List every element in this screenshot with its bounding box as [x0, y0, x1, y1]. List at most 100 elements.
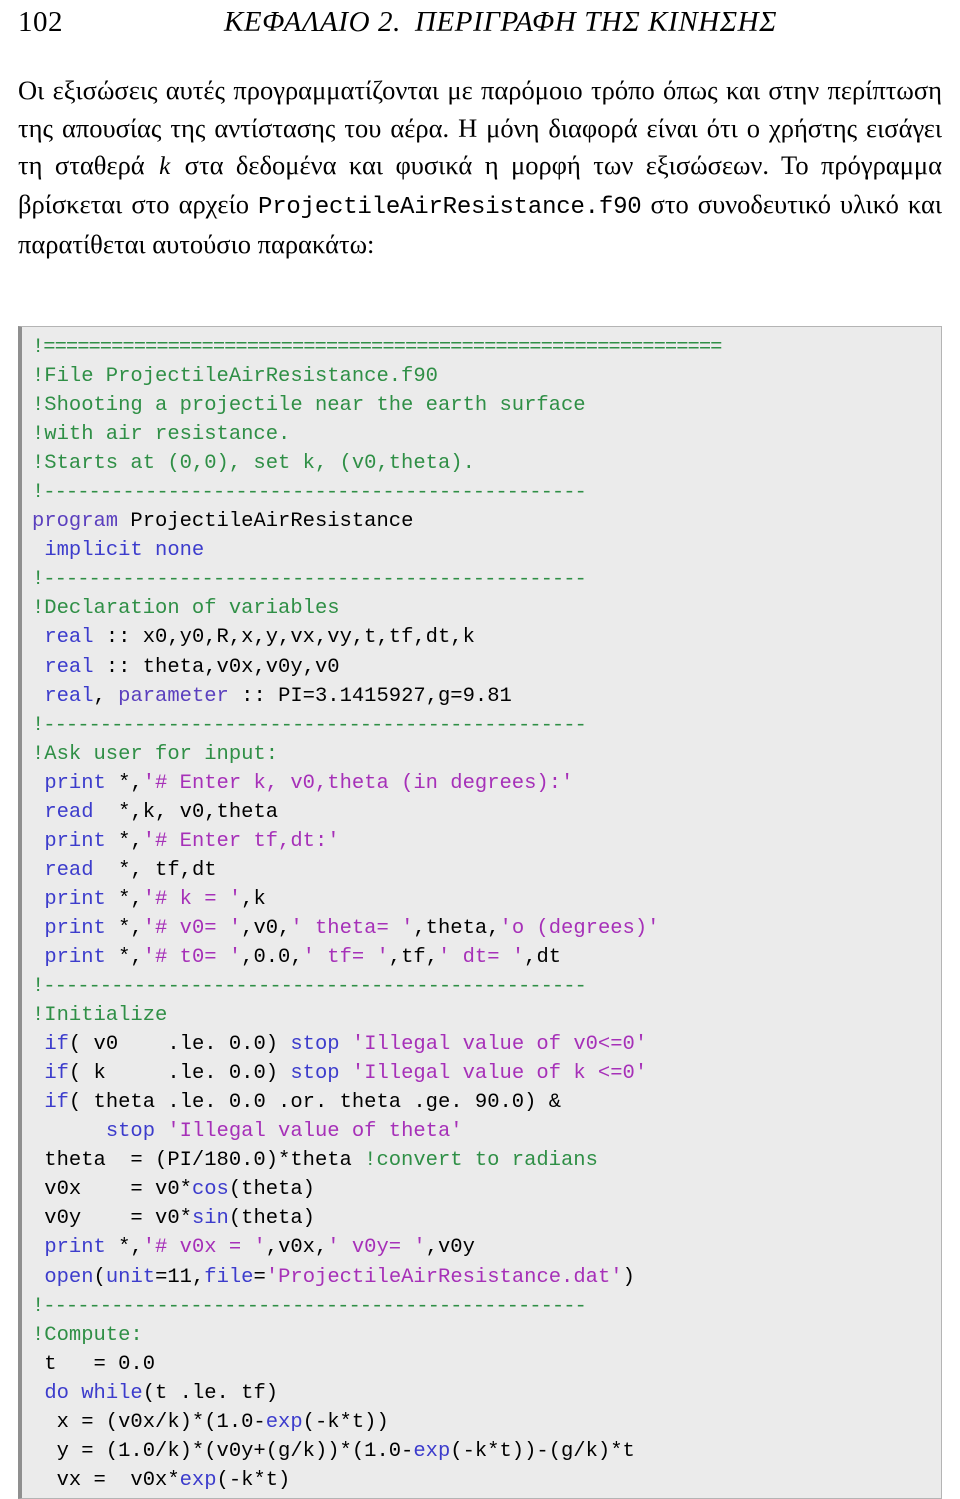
- code-token-plain: vx = v0x*: [32, 1468, 180, 1492]
- code-token-kw: print: [44, 771, 106, 795]
- code-line: real :: theta,v0x,v0y,v0: [32, 653, 941, 682]
- code-token-plain: ProjectileAirResistance: [118, 510, 414, 534]
- code-token-plain: *,: [105, 771, 143, 795]
- code-token-plain: ,: [93, 684, 119, 708]
- code-line: print *,'# v0x = ',v0x,' v0y= ',v0y: [32, 1233, 941, 1262]
- code-token-kw2: program: [32, 510, 119, 534]
- code-line: print *,'# v0= ',v0,' theta= ',theta,'o …: [32, 914, 941, 943]
- code-line: v0x = v0*cos(theta): [32, 1175, 941, 1204]
- code-token-cmt: !---------------------------------------…: [32, 1294, 587, 1318]
- page-number: 102: [18, 6, 63, 38]
- code-token-str: '# v0= ': [142, 916, 242, 940]
- code-line: open(unit=11,file='ProjectileAirResistan…: [32, 1263, 941, 1292]
- code-token-kw: print: [44, 887, 106, 911]
- code-token-plain: ,dt: [524, 945, 562, 969]
- code-token-cmt: !Shooting a projectile near the earth su…: [32, 394, 586, 418]
- code-line: program ProjectileAirResistance: [32, 507, 941, 536]
- code-token-plain: :: x0,y0,R,x,y,vx,vy,t,tf,dt,k: [93, 626, 475, 650]
- code-token-plain: *,: [105, 829, 143, 853]
- code-token-plain: *,k, v0,theta: [93, 800, 279, 824]
- code-token-kw: read: [44, 800, 94, 824]
- running-header: 102 ΚΕΦΑΛΑΙΟ 2. ΠΕΡΙΓΡΑΦΗ ΤΗΣ ΚΙΝΗΣΗΣ: [18, 0, 942, 52]
- code-token-kw: if: [44, 1091, 69, 1115]
- code-line: real, parameter :: PI=3.1415927,g=9.81: [32, 682, 941, 711]
- chapter-label: ΚΕΦΑΛΑΙΟ 2.: [223, 6, 401, 38]
- code-line: !Shooting a projectile near the earth su…: [32, 391, 941, 420]
- code-token-str: '# v0x = ': [142, 1236, 266, 1260]
- code-line: y = (1.0/k)*(v0y+(g/k))*(1.0-exp(-k*t))-…: [32, 1437, 941, 1466]
- code-token-plain: ,k: [241, 887, 266, 911]
- code-token-cmt: !Starts at (0,0), set k, (v0,theta).: [32, 452, 475, 476]
- code-token-plain: ,0.0,: [241, 945, 303, 969]
- code-token-plain: *, tf,dt: [93, 858, 217, 882]
- code-token-kw: print: [44, 945, 106, 969]
- code-token-cmt: !---------------------------------------…: [32, 713, 587, 737]
- code-token-kw: cos: [191, 1178, 229, 1202]
- code-token-kw: unit: [105, 1265, 156, 1289]
- code-line: do while(t .le. tf): [32, 1379, 941, 1408]
- code-token-kw: stop: [105, 1120, 156, 1144]
- code-token-kw: read: [44, 858, 94, 882]
- code-token-cmt: !convert to radians: [364, 1149, 598, 1173]
- code-token-plain: (-k*t): [216, 1468, 291, 1492]
- code-line: real :: x0,y0,R,x,y,vx,vy,t,tf,dt,k: [32, 623, 941, 652]
- code-line: !with air resistance.: [32, 420, 941, 449]
- code-token-plain: (t .le. tf): [142, 1381, 279, 1405]
- code-line: !Starts at (0,0), set k, (v0,theta).: [32, 449, 941, 478]
- code-line: !---------------------------------------…: [32, 478, 941, 507]
- code-token-cmt: !Compute:: [32, 1323, 143, 1347]
- code-token-plain: (theta): [228, 1178, 315, 1202]
- code-token-kw: stop: [290, 1062, 340, 1086]
- code-line: !---------------------------------------…: [32, 1292, 941, 1321]
- code-line: !File ProjectileAirResistance.f90: [32, 362, 941, 391]
- code-line: vx = v0x*exp(-k*t): [32, 1466, 941, 1495]
- code-line: read *,k, v0,theta: [32, 798, 941, 827]
- code-token-cmt: !=======================================…: [32, 336, 722, 359]
- code-line: stop 'Illegal value of theta': [32, 1117, 941, 1146]
- code-token-plain: =11,: [155, 1265, 205, 1289]
- code-token-plain: *,: [105, 945, 143, 969]
- code-line: if( theta .le. 0.0 .or. theta .ge. 90.0)…: [32, 1088, 941, 1117]
- code-line: !---------------------------------------…: [32, 711, 941, 740]
- code-token-plain: (theta): [228, 1207, 315, 1231]
- code-token-kw: stop: [290, 1033, 340, 1057]
- code-line: !---------------------------------------…: [32, 972, 941, 1001]
- code-token-cmt: !Initialize: [32, 1004, 168, 1028]
- code-token-plain: x = (v0x/k)*(1.0-: [32, 1410, 266, 1434]
- inline-math-k: k: [159, 153, 171, 180]
- chapter-running-title: ΚΕΦΑΛΑΙΟ 2. ΠΕΡΙΓΡΑΦΗ ΤΗΣ ΚΙΝΗΣΗΣ: [63, 6, 942, 39]
- code-token-kw: implicit none: [44, 539, 205, 563]
- code-line: print *,'# k = ',k: [32, 885, 941, 914]
- code-line: !Ask user for input:: [32, 740, 941, 769]
- code-token-kw: file: [204, 1265, 254, 1289]
- code-token-kw: real: [44, 684, 94, 708]
- code-token-str: ' v0y= ': [327, 1236, 426, 1260]
- code-token-plain: (: [93, 1265, 106, 1289]
- chapter-subject: ΠΕΡΙΓΡΑΦΗ ΤΗΣ ΚΙΝΗΣΗΣ: [414, 6, 778, 38]
- code-token-kw: exp: [265, 1410, 303, 1434]
- code-token-plain: ( v0 .le. 0.0): [68, 1033, 291, 1057]
- code-token-kw: exp: [179, 1468, 217, 1492]
- code-token-plain: v0y = v0*: [32, 1207, 192, 1231]
- code-token-str: '# Enter k, v0,theta (in degrees):': [142, 771, 574, 795]
- code-token-plain: y = (1.0/k)*(v0y+(g/k))*(1.0-: [32, 1439, 414, 1463]
- fortran-code-listing: !=======================================…: [18, 326, 942, 1499]
- code-token-plain: ): [622, 1265, 635, 1289]
- code-token-cmt: !Ask user for input:: [32, 742, 279, 766]
- code-token-plain: ,theta,: [413, 916, 500, 940]
- code-token-cmt: !---------------------------------------…: [32, 975, 587, 999]
- code-token-plain: ,v0y: [425, 1236, 475, 1260]
